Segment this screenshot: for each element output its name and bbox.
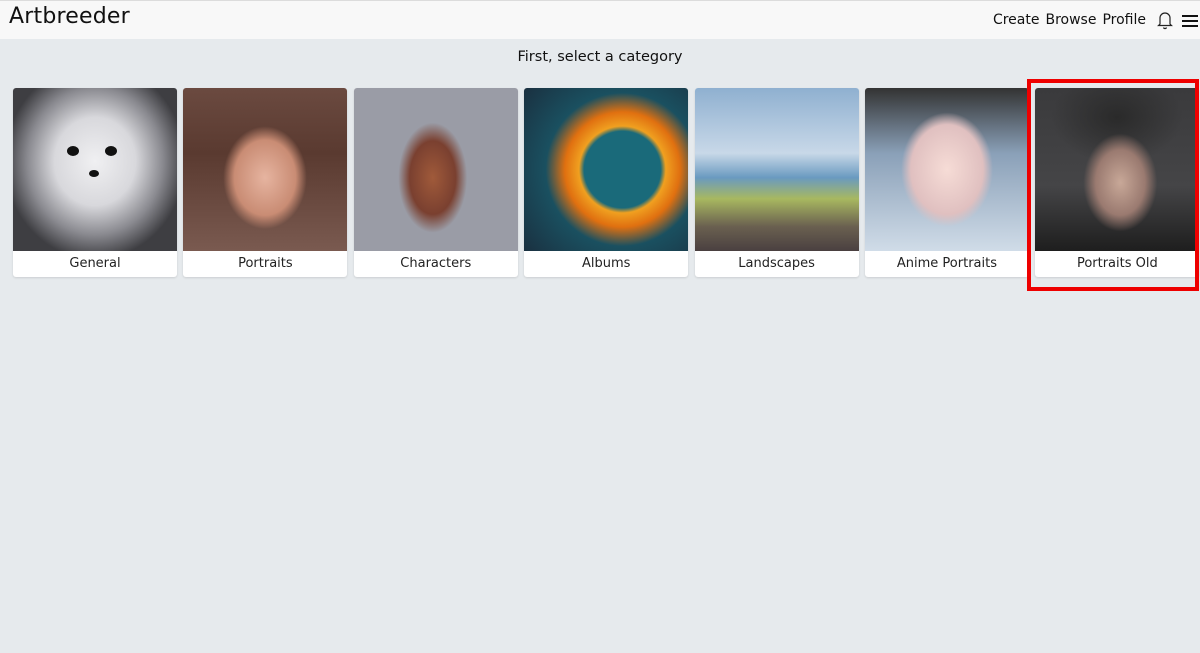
category-image-general (13, 88, 177, 251)
category-card-anime-portraits[interactable]: Anime Portraits (864, 88, 1029, 277)
category-label: Albums (581, 256, 631, 271)
category-card-landscapes[interactable]: Landscapes (694, 88, 859, 277)
nav-create-link[interactable]: Create (993, 12, 1040, 28)
category-card-characters[interactable]: Characters (353, 88, 518, 277)
category-card-general[interactable]: General (13, 88, 177, 277)
nav-links: Create Browse Profile (993, 1, 1200, 39)
category-card-portraits[interactable]: Portraits (183, 88, 348, 277)
nav-browse-link[interactable]: Browse (1045, 12, 1096, 28)
category-label: Portraits Old (1076, 256, 1158, 271)
category-image-portraits-old (1035, 88, 1200, 251)
category-label: Anime Portraits (896, 256, 997, 271)
nav-profile-link[interactable]: Profile (1102, 12, 1146, 28)
category-card-portraits-old[interactable]: Portraits Old (1035, 88, 1200, 277)
category-label: General (69, 256, 121, 271)
category-label: Landscapes (738, 256, 815, 271)
category-grid: General Portraits Characters Albums Land… (13, 88, 1200, 277)
category-image-albums (524, 88, 689, 251)
hamburger-menu-icon[interactable] (1182, 13, 1198, 27)
page-heading: First, select a category (517, 49, 683, 65)
category-label: Characters (400, 256, 472, 271)
category-image-portraits (183, 88, 348, 251)
category-image-anime-portraits (864, 88, 1029, 251)
category-card-albums[interactable]: Albums (524, 88, 689, 277)
top-navbar: Artbreeder Create Browse Profile (0, 0, 1200, 39)
category-label: Portraits (238, 256, 293, 271)
category-image-characters (353, 88, 518, 251)
app-logo[interactable]: Artbreeder (9, 4, 130, 29)
category-image-landscapes (694, 88, 859, 251)
bell-icon[interactable] (1156, 10, 1174, 30)
